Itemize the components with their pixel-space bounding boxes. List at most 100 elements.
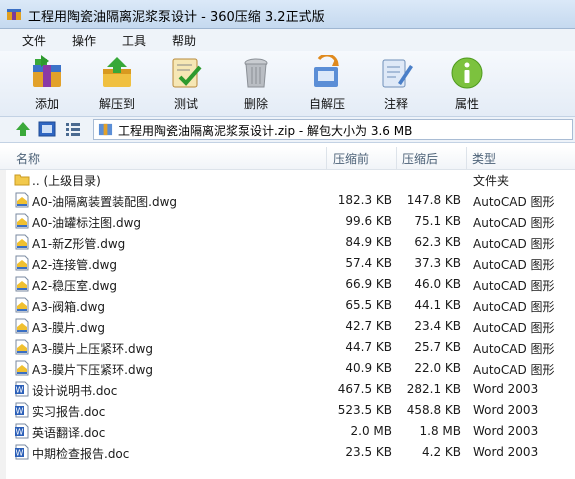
column-divider[interactable] bbox=[396, 147, 397, 169]
file-row[interactable]: W 中期检查报告.doc 23.5 KB 4.2 KB Word 2003 bbox=[0, 442, 575, 463]
column-divider[interactable] bbox=[466, 147, 467, 169]
file-row[interactable]: W 英语翻译.doc 2.0 MB 1.8 MB Word 2003 bbox=[0, 421, 575, 442]
extract-icon bbox=[103, 57, 131, 87]
autocad-file-icon bbox=[14, 255, 30, 271]
comment-icon bbox=[382, 59, 413, 88]
comment-label: 注释 bbox=[383, 97, 408, 111]
file-name: A2-连接管.dwg bbox=[32, 258, 118, 272]
sfx-label: 自解压 bbox=[308, 97, 345, 111]
column-name[interactable]: 名称 bbox=[16, 150, 40, 167]
file-row[interactable]: A1-新Z形管.dwg 84.9 KB 62.3 KB AutoCAD 图形 bbox=[0, 232, 575, 253]
add-icon bbox=[33, 55, 61, 87]
file-row[interactable]: A2-连接管.dwg 57.4 KB 37.3 KB AutoCAD 图形 bbox=[0, 253, 575, 274]
autocad-file-icon bbox=[14, 318, 30, 334]
zip-archive-icon bbox=[98, 123, 113, 136]
menu-file[interactable]: 文件 bbox=[22, 32, 46, 49]
delete-button[interactable]: 删除 bbox=[226, 51, 286, 116]
autocad-file-icon bbox=[14, 297, 30, 313]
file-row[interactable]: A3-阀箱.dwg 65.5 KB 44.1 KB AutoCAD 图形 bbox=[0, 295, 575, 316]
word-file-icon: W bbox=[14, 423, 30, 439]
file-row[interactable]: A3-膜片上压紧环.dwg 44.7 KB 25.7 KB AutoCAD 图形 bbox=[0, 337, 575, 358]
up-arrow-icon[interactable] bbox=[14, 120, 32, 138]
autocad-file-icon bbox=[14, 360, 30, 376]
window-title: 工程用陶瓷油隔离泥浆泵设计 - 360压缩 3.2正式版 bbox=[28, 10, 325, 25]
list-view-icon[interactable] bbox=[64, 120, 82, 138]
file-name: A0-油罐标注图.dwg bbox=[32, 216, 142, 230]
column-size[interactable]: 压缩前 bbox=[333, 150, 369, 167]
autocad-file-icon bbox=[14, 213, 30, 229]
file-row[interactable]: A0-油罐标注图.dwg 99.6 KB 75.1 KB AutoCAD 图形 bbox=[0, 211, 575, 232]
sfx-icon bbox=[314, 55, 339, 87]
file-row[interactable]: A3-膜片下压紧环.dwg 40.9 KB 22.0 KB AutoCAD 图形 bbox=[0, 358, 575, 379]
address-bar: 工程用陶瓷油隔离泥浆泵设计.zip - 解包大小为 3.6 MB bbox=[0, 117, 575, 143]
word-file-icon: W bbox=[14, 402, 30, 418]
add-button[interactable]: 添加 bbox=[17, 51, 77, 116]
menu-tools[interactable]: 工具 bbox=[122, 32, 146, 49]
thumbnail-view-icon[interactable] bbox=[38, 120, 56, 138]
file-compressed-size: 23.4 KB bbox=[414, 319, 461, 333]
properties-label: 属性 bbox=[454, 97, 479, 111]
file-size: 57.4 KB bbox=[345, 256, 392, 270]
title-bar[interactable]: 工程用陶瓷油隔离泥浆泵设计 - 360压缩 3.2正式版 bbox=[0, 0, 575, 29]
file-name: A1-新Z形管.dwg bbox=[32, 237, 126, 251]
file-size: 65.5 KB bbox=[345, 298, 392, 312]
file-row[interactable]: .. (上级目录) 文件夹 bbox=[0, 169, 575, 190]
extract-button[interactable]: 解压到 bbox=[87, 51, 147, 116]
autocad-file-icon bbox=[14, 192, 30, 208]
app-window: 工程用陶瓷油隔离泥浆泵设计 - 360压缩 3.2正式版 文件 操作 工具 帮助… bbox=[0, 0, 575, 479]
test-label: 测试 bbox=[173, 97, 198, 111]
column-compressed-size[interactable]: 压缩后 bbox=[402, 150, 438, 167]
file-size: 44.7 KB bbox=[345, 340, 392, 354]
autocad-file-icon bbox=[14, 339, 30, 355]
address-field[interactable]: 工程用陶瓷油隔离泥浆泵设计.zip - 解包大小为 3.6 MB bbox=[93, 119, 573, 140]
file-compressed-size: 282.1 KB bbox=[406, 382, 461, 396]
menu-operation[interactable]: 操作 bbox=[72, 32, 96, 49]
comment-button[interactable]: 注释 bbox=[366, 51, 426, 116]
autocad-file-icon bbox=[14, 234, 30, 250]
extract-label: 解压到 bbox=[98, 97, 135, 111]
address-text: 工程用陶瓷油隔离泥浆泵设计.zip - 解包大小为 3.6 MB bbox=[118, 124, 413, 138]
file-row[interactable]: W 设计说明书.doc 467.5 KB 282.1 KB Word 2003 bbox=[0, 379, 575, 400]
file-size: 66.9 KB bbox=[345, 277, 392, 291]
menu-help[interactable]: 帮助 bbox=[172, 32, 196, 49]
file-name: A2-稳压室.dwg bbox=[32, 279, 118, 293]
file-size: 84.9 KB bbox=[345, 235, 392, 249]
menu-bar: 文件 操作 工具 帮助 bbox=[0, 29, 575, 51]
file-compressed-size: 46.0 KB bbox=[414, 277, 461, 291]
file-size: 467.5 KB bbox=[337, 382, 392, 396]
file-size: 23.5 KB bbox=[345, 445, 392, 459]
file-row[interactable]: W 实习报告.doc 523.5 KB 458.8 KB Word 2003 bbox=[0, 400, 575, 421]
delete-icon bbox=[244, 58, 268, 88]
file-type: AutoCAD 图形 bbox=[473, 195, 555, 209]
file-compressed-size: 458.8 KB bbox=[406, 403, 461, 417]
file-type: AutoCAD 图形 bbox=[473, 300, 555, 314]
properties-button[interactable]: 属性 bbox=[437, 51, 497, 116]
file-name: 中期检查报告.doc bbox=[32, 447, 130, 461]
svg-text:W: W bbox=[16, 407, 24, 416]
file-compressed-size: 62.3 KB bbox=[414, 235, 461, 249]
file-type: 文件夹 bbox=[473, 174, 510, 188]
word-file-icon: W bbox=[14, 444, 30, 460]
file-type: Word 2003 bbox=[473, 445, 539, 459]
file-compressed-size: 4.2 KB bbox=[422, 445, 461, 459]
word-file-icon: W bbox=[14, 381, 30, 397]
file-compressed-size: 75.1 KB bbox=[414, 214, 461, 228]
sfx-button[interactable]: 自解压 bbox=[297, 51, 357, 116]
file-row[interactable]: A3-膜片.dwg 42.7 KB 23.4 KB AutoCAD 图形 bbox=[0, 316, 575, 337]
file-type: Word 2003 bbox=[473, 424, 539, 438]
file-row[interactable]: A2-稳压室.dwg 66.9 KB 46.0 KB AutoCAD 图形 bbox=[0, 274, 575, 295]
file-size: 182.3 KB bbox=[337, 193, 392, 207]
file-row[interactable]: A0-油隔离装置装配图.dwg 182.3 KB 147.8 KB AutoCAD 图… bbox=[0, 190, 575, 211]
file-name: 实习报告.doc bbox=[32, 405, 106, 419]
folder-icon bbox=[14, 171, 30, 187]
column-type[interactable]: 类型 bbox=[472, 150, 496, 167]
file-compressed-size: 44.1 KB bbox=[414, 298, 461, 312]
test-button[interactable]: 测试 bbox=[156, 51, 216, 116]
file-name: A3-阀箱.dwg bbox=[32, 300, 106, 314]
file-compressed-size: 22.0 KB bbox=[414, 361, 461, 375]
file-name: A3-膜片.dwg bbox=[32, 321, 106, 335]
column-header: 名称 压缩前 压缩后 类型 bbox=[0, 147, 575, 170]
file-type: AutoCAD 图形 bbox=[473, 216, 555, 230]
column-divider[interactable] bbox=[326, 147, 327, 169]
file-name: A3-膜片下压紧环.dwg bbox=[32, 363, 154, 377]
